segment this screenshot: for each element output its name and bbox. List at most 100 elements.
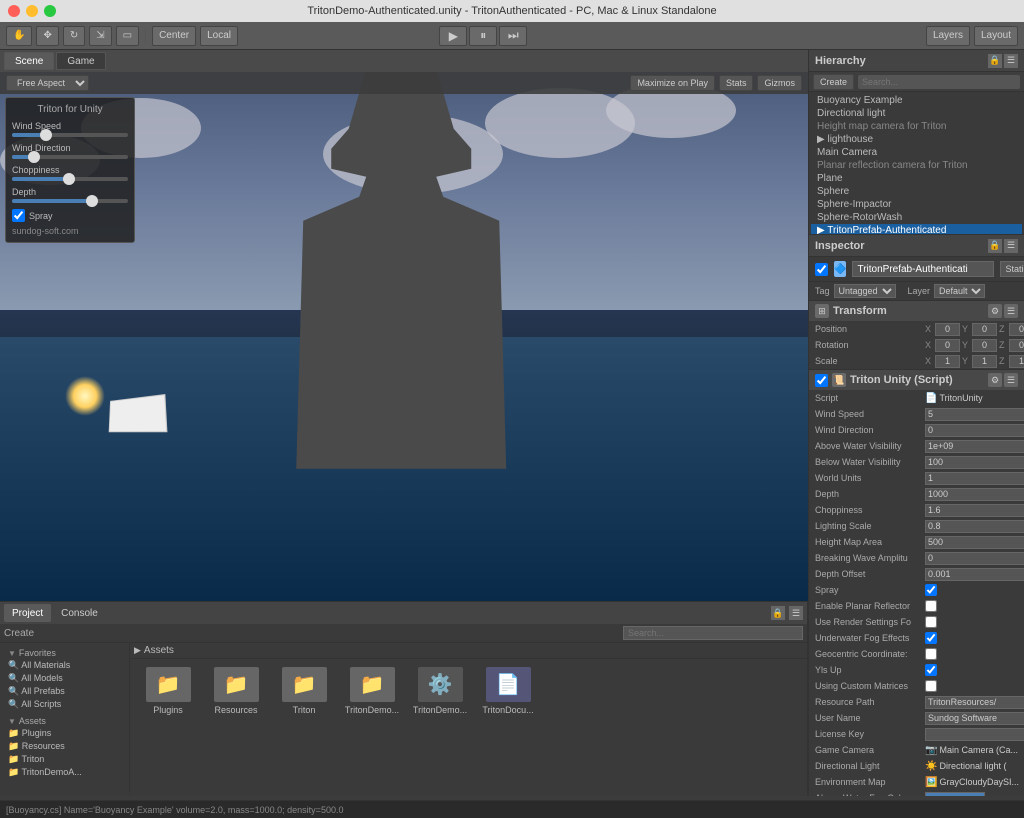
pivot-local-button[interactable]: Local [200, 26, 238, 46]
wind-dir-prop-input[interactable] [925, 424, 1024, 437]
h-item-triton-prefab[interactable]: ▶ TritonPrefab-Authenticated [811, 224, 1022, 235]
window-controls[interactable] [8, 5, 56, 17]
object-name-input[interactable] [852, 261, 994, 277]
h-item-directional-light[interactable]: Directional light [811, 107, 1022, 120]
choppiness-track[interactable] [12, 177, 128, 181]
asset-plugins[interactable]: 📁 Plugins [138, 667, 198, 715]
enable-planar-checkbox[interactable] [925, 600, 937, 612]
choppiness-prop-input[interactable] [925, 504, 1024, 517]
tag-select[interactable]: Untagged [834, 284, 896, 298]
pivot-center-button[interactable]: Center [152, 26, 196, 46]
active-checkbox[interactable] [815, 263, 828, 276]
triton-script-active-checkbox[interactable] [815, 374, 828, 387]
hierarchy-search-input[interactable] [858, 75, 1020, 89]
choppiness-thumb[interactable] [63, 173, 75, 185]
below-water-vis-input[interactable] [925, 456, 1024, 469]
minimize-button[interactable] [26, 5, 38, 17]
scale-z-input[interactable] [1009, 355, 1024, 368]
depth-offset-input[interactable] [925, 568, 1024, 581]
spray-prop-checkbox[interactable] [925, 584, 937, 596]
h-item-main-camera[interactable]: Main Camera [811, 146, 1022, 159]
asset-resources[interactable]: 📁 Resources [206, 667, 266, 715]
all-materials-item[interactable]: 🔍 All Materials [4, 659, 125, 672]
hierarchy-menu-icon[interactable]: ☰ [1004, 54, 1018, 68]
h-item-sphere-rotorwash[interactable]: Sphere-RotorWash [811, 211, 1022, 224]
tritondemo-folder-item[interactable]: 📁 TritonDemoA... [4, 766, 125, 779]
h-item-sphere[interactable]: Sphere [811, 185, 1022, 198]
user-name-input[interactable] [925, 712, 1024, 725]
tab-scene[interactable]: Scene [4, 52, 54, 70]
layout-button[interactable]: Layout [974, 26, 1018, 46]
scale-tool-button[interactable]: ⇲ [89, 26, 111, 46]
aspect-select[interactable]: Free Aspect [6, 75, 89, 91]
maximize-button[interactable] [44, 5, 56, 17]
above-water-vis-input[interactable] [925, 440, 1024, 453]
rot-z-input[interactable] [1009, 339, 1024, 352]
h-item-sphere-impactor[interactable]: Sphere-Impactor [811, 198, 1022, 211]
custom-matrices-checkbox[interactable] [925, 680, 937, 692]
hierarchy-create-button[interactable]: Create [813, 74, 854, 90]
all-scripts-item[interactable]: 🔍 All Scripts [4, 698, 125, 711]
pos-z-input[interactable] [1009, 323, 1024, 336]
depth-prop-input[interactable] [925, 488, 1024, 501]
stats-button[interactable]: Stats [719, 75, 754, 91]
asset-tritondemo2[interactable]: ⚙️ TritonDemo... [410, 667, 470, 715]
rect-tool-button[interactable]: ▭ [116, 26, 139, 46]
layer-select[interactable]: Default [934, 284, 985, 298]
scale-y-input[interactable] [972, 355, 997, 368]
maximize-on-play-button[interactable]: Maximize on Play [630, 75, 715, 91]
static-button[interactable]: Static [1000, 261, 1024, 277]
move-tool-button[interactable]: ✥ [36, 26, 58, 46]
triton-script-settings-icon[interactable]: ⚙ [988, 373, 1002, 387]
geocentric-checkbox[interactable] [925, 648, 937, 660]
license-key-input[interactable] [925, 728, 1024, 741]
all-models-item[interactable]: 🔍 All Models [4, 672, 125, 685]
h-item-buoyancy[interactable]: Buoyancy Example [811, 94, 1022, 107]
project-search-input[interactable] [623, 626, 803, 640]
rotate-tool-button[interactable]: ↻ [63, 26, 85, 46]
wind-direction-track[interactable] [12, 155, 128, 159]
h-item-plane[interactable]: Plane [811, 172, 1022, 185]
underwater-fog-checkbox[interactable] [925, 632, 937, 644]
rot-y-input[interactable] [972, 339, 997, 352]
pause-button[interactable]: ⏸ [469, 26, 497, 46]
h-item-planar-camera[interactable]: Planar reflection camera for Triton [811, 159, 1022, 172]
height-map-area-input[interactable] [925, 536, 1024, 549]
plugins-folder-item[interactable]: 📁 Plugins [4, 727, 125, 740]
transform-menu-icon[interactable]: ☰ [1004, 304, 1018, 318]
play-button[interactable]: ▶ [439, 26, 467, 46]
wind-speed-track[interactable] [12, 133, 128, 137]
breaking-wave-amp-input[interactable] [925, 552, 1024, 565]
asset-tritondocu[interactable]: 📄 TritonDocu... [478, 667, 538, 715]
layers-button[interactable]: Layers [926, 26, 970, 46]
world-units-input[interactable] [925, 472, 1024, 485]
pos-x-input[interactable] [935, 323, 960, 336]
hand-tool-button[interactable]: ✋ [6, 26, 32, 46]
tab-game[interactable]: Game [56, 52, 105, 70]
transform-header[interactable]: ⊞ Transform ⚙ ☰ [809, 301, 1024, 321]
tab-project[interactable]: Project [4, 604, 51, 622]
h-item-heightmap-camera[interactable]: Height map camera for Triton [811, 120, 1022, 133]
triton-script-header[interactable]: 📜 Triton Unity (Script) ⚙ ☰ [809, 370, 1024, 390]
depth-thumb[interactable] [86, 195, 98, 207]
asset-triton[interactable]: 📁 Triton [274, 667, 334, 715]
use-render-settings-checkbox[interactable] [925, 616, 937, 628]
depth-track[interactable] [12, 199, 128, 203]
transform-settings-icon[interactable]: ⚙ [988, 304, 1002, 318]
pos-y-input[interactable] [972, 323, 997, 336]
asset-tritondemo1[interactable]: 📁 TritonDemo... [342, 667, 402, 715]
lock-icon[interactable]: 🔒 [771, 606, 785, 620]
gizmos-button[interactable]: Gizmos [757, 75, 802, 91]
inspector-lock-icon[interactable]: 🔒 [988, 239, 1002, 253]
panel-menu-icon[interactable]: ☰ [789, 606, 803, 620]
close-button[interactable] [8, 5, 20, 17]
above-water-fog-color-swatch[interactable] [925, 792, 985, 796]
step-button[interactable]: ⏭ [499, 26, 527, 46]
triton-folder-item[interactable]: 📁 Triton [4, 753, 125, 766]
h-item-lighthouse[interactable]: ▶ lighthouse [811, 133, 1022, 146]
wind-speed-prop-input[interactable] [925, 408, 1024, 421]
lighting-scale-input[interactable] [925, 520, 1024, 533]
all-prefabs-item[interactable]: 🔍 All Prefabs [4, 685, 125, 698]
resource-path-input[interactable] [925, 696, 1024, 709]
inspector-menu-icon[interactable]: ☰ [1004, 239, 1018, 253]
